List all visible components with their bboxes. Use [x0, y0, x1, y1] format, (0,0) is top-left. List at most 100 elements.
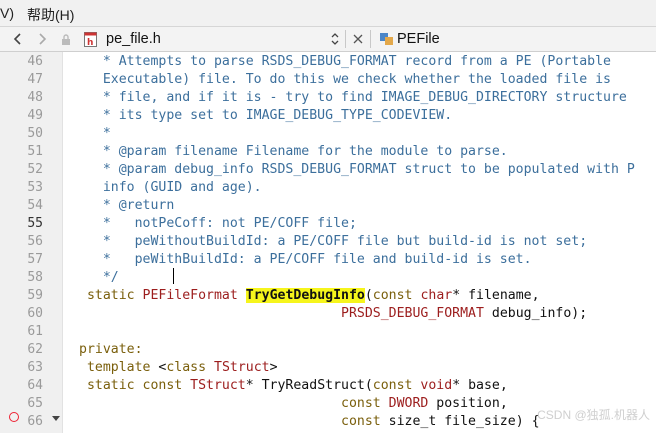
- code-token: PEFileFormat: [142, 288, 246, 303]
- code-text: const size_t file_size) {: [79, 413, 540, 431]
- chevron-left-icon: [13, 33, 21, 45]
- code-token: * its type set to IMAGE_DEBUG_TYPE_CODEV…: [79, 108, 453, 123]
- code-line[interactable]: 52 * @param debug_info RSDS_DEBUG_FORMAT…: [0, 161, 656, 179]
- lock-button[interactable]: [57, 27, 75, 51]
- code-token: * peWithBuildId: a PE/COFF file and buil…: [79, 252, 532, 267]
- code-text: * file, and if it is - try to find IMAGE…: [79, 89, 627, 107]
- code-token: static const: [79, 378, 191, 393]
- code-token: TStruct: [214, 360, 270, 375]
- code-token: * @param filename Filename for the modul…: [79, 144, 508, 159]
- breakpoint-icon[interactable]: [9, 412, 19, 422]
- editor-toolbar: h pe_file.h PEFile: [0, 26, 656, 52]
- code-text: static const TStruct* TryReadStruct(cons…: [79, 377, 508, 395]
- class-selector[interactable]: PEFile: [397, 27, 440, 51]
- line-number: 64: [27, 378, 43, 393]
- code-line[interactable]: 50 *: [0, 125, 656, 143]
- code-editor[interactable]: 46 * Attempts to parse RSDS_DEBUG_FORMAT…: [0, 52, 656, 433]
- file-tab-label[interactable]: pe_file.h: [106, 27, 161, 51]
- code-line[interactable]: 58 */: [0, 269, 656, 287]
- line-number: 52: [27, 162, 43, 177]
- code-text: PRSDS_DEBUG_FORMAT debug_info);: [79, 305, 587, 323]
- updown-icon: [331, 33, 339, 45]
- code-token: template: [79, 360, 159, 375]
- line-number: 53: [27, 180, 43, 195]
- code-line[interactable]: 59 static PEFileFormat TryGetDebugInfo(c…: [0, 287, 656, 305]
- class-symbol: [377, 27, 397, 51]
- code-line[interactable]: 54 * @return: [0, 197, 656, 215]
- chevron-right-icon: [39, 33, 47, 45]
- line-number: 51: [27, 144, 43, 159]
- code-token: * peWithoutBuildId: a PE/COFF file but b…: [79, 234, 588, 249]
- code-line[interactable]: 49 * its type set to IMAGE_DEBUG_TYPE_CO…: [0, 107, 656, 125]
- line-number: 62: [27, 342, 43, 357]
- code-line[interactable]: 53 info (GUID and age).: [0, 179, 656, 197]
- code-text: * peWithoutBuildId: a PE/COFF file but b…: [79, 233, 587, 251]
- menu-view[interactable]: V): [0, 5, 14, 21]
- code-token: * Attempts to parse RSDS_DEBUG_FORMAT re…: [79, 54, 611, 69]
- code-token: const: [341, 396, 389, 411]
- code-token: char: [420, 288, 453, 303]
- code-text: static PEFileFormat TryGetDebugInfo(cons…: [79, 287, 540, 305]
- close-tab-button[interactable]: [350, 27, 366, 51]
- code-line[interactable]: 63 template <class TStruct>: [0, 359, 656, 377]
- code-text: * peWithBuildId: a PE/COFF file and buil…: [79, 251, 532, 269]
- code-token: DWORD: [388, 396, 437, 411]
- code-token: debug_info);: [491, 306, 588, 321]
- menu-bar: V) 帮助(H): [0, 0, 656, 26]
- code-text: * @return: [79, 197, 174, 215]
- code-text: const DWORD position,: [79, 395, 508, 413]
- code-line[interactable]: 64 static const TStruct* TryReadStruct(c…: [0, 377, 656, 395]
- code-line[interactable]: 55 * notPeCoff: not PE/COFF file;: [0, 215, 656, 233]
- forward-button[interactable]: [32, 27, 52, 51]
- tab-menu-button[interactable]: [328, 27, 342, 51]
- code-token: >: [269, 360, 278, 375]
- code-line[interactable]: 57 * peWithBuildId: a PE/COFF file and b…: [0, 251, 656, 269]
- code-text: * @param debug_info RSDS_DEBUG_FORMAT st…: [79, 161, 635, 179]
- code-text: *: [79, 125, 111, 143]
- menu-help[interactable]: 帮助(H): [27, 5, 74, 25]
- code-token: const: [341, 414, 389, 429]
- code-token: size_t file_size) {: [388, 414, 540, 429]
- code-line[interactable]: 48 * file, and if it is - try to find IM…: [0, 89, 656, 107]
- back-button[interactable]: [8, 27, 28, 51]
- line-number: 63: [27, 360, 43, 375]
- code-text: template <class TStruct>: [79, 359, 278, 377]
- code-line[interactable]: 62 private:: [0, 341, 656, 359]
- code-line[interactable]: 60 PRSDS_DEBUG_FORMAT debug_info);: [0, 305, 656, 323]
- code-line[interactable]: 51 * @param filename Filename for the mo…: [0, 143, 656, 161]
- code-line[interactable]: 56 * peWithoutBuildId: a PE/COFF file bu…: [0, 233, 656, 251]
- code-line[interactable]: 47 Executable) file. To do this we check…: [0, 71, 656, 89]
- header-file-icon: h: [83, 31, 97, 47]
- lock-icon: [62, 33, 70, 45]
- line-number: 57: [27, 252, 43, 267]
- code-line[interactable]: 61: [0, 323, 656, 341]
- code-line[interactable]: 46 * Attempts to parse RSDS_DEBUG_FORMAT…: [0, 53, 656, 71]
- file-type-button[interactable]: h: [80, 27, 100, 51]
- line-number: 66: [27, 414, 43, 429]
- code-token: * file, and if it is - try to find IMAGE…: [79, 90, 627, 105]
- code-token: * base,: [452, 378, 508, 393]
- code-text: * notPeCoff: not PE/COFF file;: [79, 215, 357, 233]
- line-number: 49: [27, 108, 43, 123]
- code-text: */: [79, 269, 119, 287]
- line-number: 55: [27, 216, 43, 231]
- text-caret: [173, 268, 174, 284]
- code-text: info (GUID and age).: [79, 179, 262, 197]
- fold-arrow-icon[interactable]: [52, 416, 60, 421]
- code-token: static: [79, 288, 143, 303]
- code-text: * @param filename Filename for the modul…: [79, 143, 508, 161]
- line-number: 58: [27, 270, 43, 285]
- code-token: * @param debug_info RSDS_DEBUG_FORMAT st…: [79, 162, 635, 177]
- code-text: Executable) file. To do this we check wh…: [79, 71, 611, 89]
- toolbar-separator: [345, 30, 346, 48]
- code-token: * filename,: [452, 288, 540, 303]
- code-token: * notPeCoff: not PE/COFF file;: [79, 216, 357, 231]
- toolbar-separator: [370, 30, 371, 48]
- line-number: 56: [27, 234, 43, 249]
- code-text: private:: [79, 341, 143, 359]
- svg-text:h: h: [87, 38, 93, 47]
- line-number: 61: [27, 324, 43, 339]
